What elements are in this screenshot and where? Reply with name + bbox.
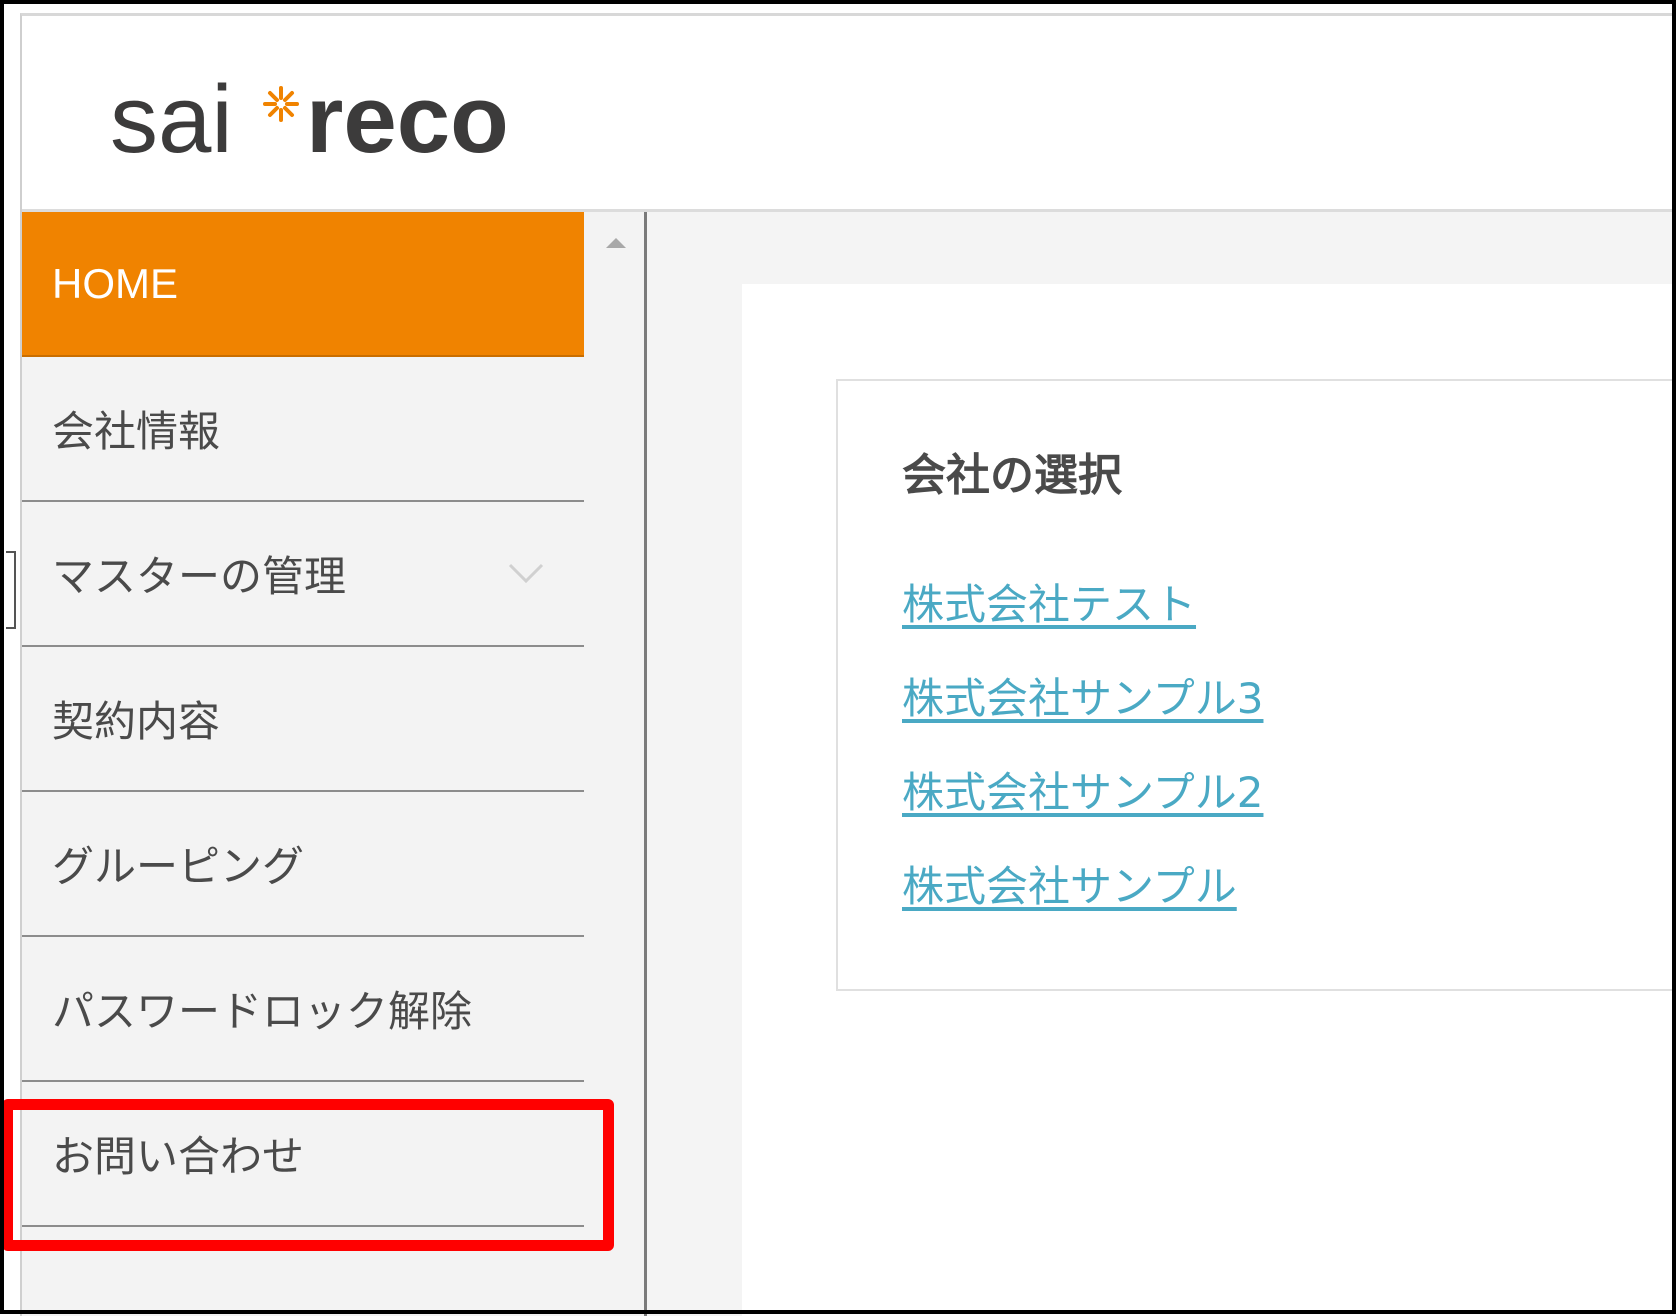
main-content: 会社の選択 株式会社テスト 株式会社サンプル3 株式会社サンプル2 株式会社サン… <box>647 212 1676 1316</box>
list-item: 株式会社テスト <box>902 571 1263 665</box>
header: sai reco <box>22 16 1676 212</box>
sidebar-item-company-info[interactable]: 会社情報 <box>22 357 584 502</box>
sidebar-item-home[interactable]: HOME <box>22 212 584 357</box>
sidebar: HOME 会社情報 マスターの管理 契約内容 グルーピング パスワードロック解除 <box>22 212 647 1316</box>
asterisk-icon <box>263 86 299 122</box>
saireco-logo[interactable]: sai reco <box>110 62 580 172</box>
sidebar-menu: HOME 会社情報 マスターの管理 契約内容 グルーピング パスワードロック解除 <box>22 212 584 1227</box>
scroll-up-arrow-icon[interactable] <box>605 236 627 250</box>
card-title: 会社の選択 <box>902 450 1122 501</box>
sidebar-item-contact[interactable]: お問い合わせ <box>22 1082 584 1227</box>
sidebar-item-master-management[interactable]: マスターの管理 <box>22 502 584 647</box>
sidebar-item-label: お問い合わせ <box>52 1132 305 1181</box>
window-edge-handle <box>6 551 16 629</box>
sidebar-item-label: 会社情報 <box>52 407 221 456</box>
sidebar-item-label: グルーピング <box>52 842 305 891</box>
company-link[interactable]: 株式会社サンプル3 <box>902 674 1263 723</box>
sidebar-item-password-unlock[interactable]: パスワードロック解除 <box>22 937 584 1082</box>
sidebar-item-label: 契約内容 <box>52 697 221 746</box>
sidebar-item-label: パスワードロック解除 <box>52 987 473 1036</box>
company-list: 株式会社テスト 株式会社サンプル3 株式会社サンプル2 株式会社サンプル <box>902 571 1263 947</box>
sidebar-item-label: HOME <box>52 259 178 307</box>
app-window: sai reco HOME 会社情報 マスターの管理 契約内容 グルーピング パ… <box>20 13 1676 1316</box>
logo-text-left: sai <box>110 66 233 172</box>
logo-text-right: reco <box>306 66 509 172</box>
list-item: 株式会社サンプル2 <box>902 759 1263 853</box>
company-link[interactable]: 株式会社テスト <box>902 580 1196 629</box>
sidebar-item-contract[interactable]: 契約内容 <box>22 647 584 792</box>
content-panel: 会社の選択 株式会社テスト 株式会社サンプル3 株式会社サンプル2 株式会社サン… <box>742 284 1676 1316</box>
list-item: 株式会社サンプル <box>902 853 1263 947</box>
company-link[interactable]: 株式会社サンプル <box>902 862 1237 911</box>
company-link[interactable]: 株式会社サンプル2 <box>902 768 1263 817</box>
list-item: 株式会社サンプル3 <box>902 665 1263 759</box>
sidebar-item-label: マスターの管理 <box>52 552 347 601</box>
company-select-card: 会社の選択 株式会社テスト 株式会社サンプル3 株式会社サンプル2 株式会社サン… <box>836 379 1676 991</box>
sidebar-item-grouping[interactable]: グルーピング <box>22 792 584 937</box>
chevron-down-icon[interactable] <box>508 562 544 584</box>
